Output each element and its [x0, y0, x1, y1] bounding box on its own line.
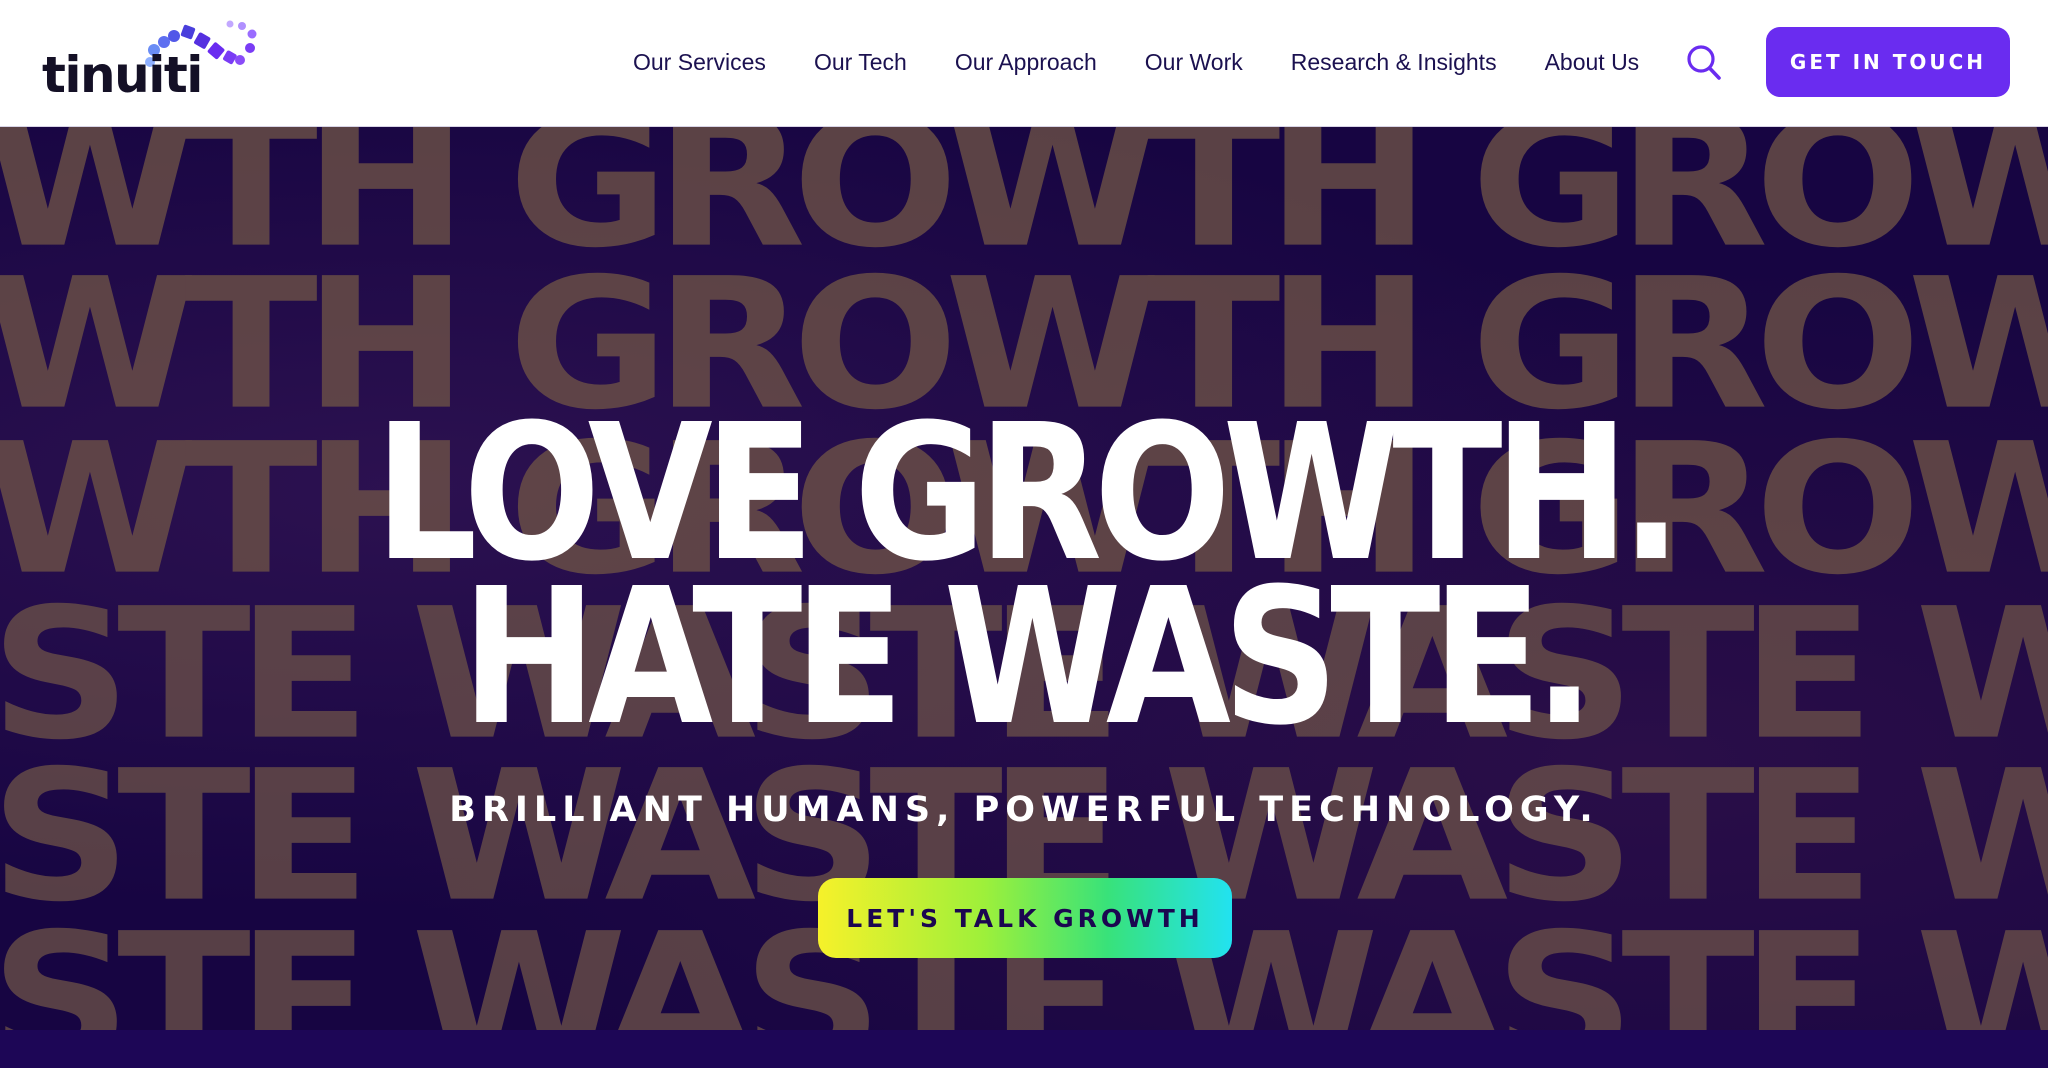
- nav-about-us[interactable]: About Us: [1545, 49, 1640, 76]
- logo-wordmark: tinuiti: [42, 46, 203, 104]
- main-nav: Our Services Our Tech Our Approach Our W…: [633, 0, 1687, 124]
- nav-our-tech[interactable]: Our Tech: [814, 49, 907, 76]
- hero-bottom-band: [0, 1030, 2048, 1068]
- site-header: tinuiti Our Services Our Tech Our Approa…: [0, 0, 2048, 127]
- hero-section: WTH GROWTH GRO WTH GROWTH GRO WTH GROWTH …: [0, 127, 2048, 1030]
- get-in-touch-button[interactable]: GET IN TOUCH: [1766, 27, 2010, 97]
- hero-subheadline: BRILLIANT HUMANS, POWERFUL TECHNOLOGY.: [449, 790, 1599, 830]
- nav-our-services[interactable]: Our Services: [633, 49, 766, 76]
- nav-research-insights[interactable]: Research & Insights: [1291, 49, 1497, 76]
- nav-our-work[interactable]: Our Work: [1145, 49, 1243, 76]
- search-icon[interactable]: [1686, 43, 1722, 81]
- lets-talk-growth-button[interactable]: LET'S TALK GROWTH: [818, 878, 1232, 958]
- tinuiti-logo[interactable]: tinuiti: [40, 14, 260, 104]
- nav-our-approach[interactable]: Our Approach: [955, 49, 1097, 76]
- hero-headline: LOVE GROWTH. HATE WASTE.: [143, 400, 1904, 752]
